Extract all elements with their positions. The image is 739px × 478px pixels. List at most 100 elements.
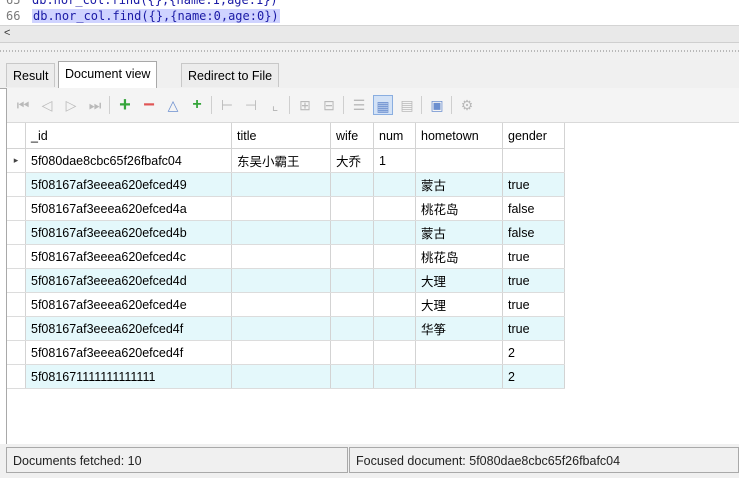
prev-page-icon[interactable]: ◁ (37, 95, 57, 115)
cell-num[interactable] (373, 172, 416, 197)
cell-wife[interactable] (330, 340, 374, 365)
cell-id[interactable]: 5f08167af3eeea620efced4f (25, 316, 232, 341)
cell-gender[interactable]: 2 (502, 364, 565, 389)
cell-title[interactable] (231, 196, 331, 221)
export-icon[interactable]: ▣ (427, 95, 447, 115)
cell-gender[interactable]: true (502, 172, 565, 197)
move-up-icon[interactable]: ⌞ (265, 95, 285, 115)
row-indicator[interactable] (7, 364, 26, 389)
table-row[interactable]: 5f08167af3eeea620efced4a 桃花岛 false (7, 196, 565, 221)
column-header-hometown[interactable]: hometown (415, 123, 503, 149)
cell-hometown[interactable]: 桃花岛 (415, 196, 503, 221)
cell-num[interactable] (373, 196, 416, 221)
add-document-icon[interactable]: + (115, 95, 135, 115)
cell-wife[interactable] (330, 172, 374, 197)
table-row[interactable]: 5f08167af3eeea620efced4f 华筝 true (7, 316, 565, 341)
cell-num[interactable] (373, 292, 416, 317)
next-page-icon[interactable]: ▷ (61, 95, 81, 115)
cell-num[interactable]: 1 (373, 148, 416, 173)
row-indicator[interactable] (7, 220, 26, 245)
cell-hometown[interactable] (415, 364, 503, 389)
cell-id[interactable]: 5f08167af3eeea620efced4f (25, 340, 232, 365)
cell-num[interactable] (373, 220, 416, 245)
cell-gender[interactable]: 2 (502, 340, 565, 365)
cell-num[interactable] (373, 340, 416, 365)
cell-id[interactable]: 5f08167af3eeea620efced49 (25, 172, 232, 197)
table-row[interactable]: 5f08167af3eeea620efced49 蒙古 true (7, 172, 565, 197)
cell-id[interactable]: 5f081671111111111111 (25, 364, 232, 389)
cell-gender[interactable]: false (502, 196, 565, 221)
cell-title[interactable]: 东吴小霸王 (231, 148, 331, 173)
cell-wife[interactable] (330, 364, 374, 389)
row-indicator[interactable] (7, 268, 26, 293)
tab-redirect-to-file[interactable]: Redirect to File (181, 63, 280, 87)
table-row[interactable]: 5f08167af3eeea620efced4b 蒙古 false (7, 220, 565, 245)
cell-title[interactable] (231, 220, 331, 245)
cell-title[interactable] (231, 268, 331, 293)
scroll-left-icon[interactable]: < (4, 27, 10, 39)
collapse-icon[interactable]: △ (163, 95, 183, 115)
cell-hometown[interactable]: 大理 (415, 268, 503, 293)
horizontal-scrollbar[interactable]: < (0, 25, 739, 42)
row-indicator[interactable] (7, 244, 26, 269)
column-header-num[interactable]: num (373, 123, 416, 149)
cell-num[interactable] (373, 364, 416, 389)
cell-id[interactable]: 5f080dae8cbc65f26fbafc04 (25, 148, 232, 173)
cell-hometown[interactable] (415, 340, 503, 365)
current-row-indicator-icon[interactable]: ▸ (7, 148, 26, 173)
cell-num[interactable] (373, 316, 416, 341)
query-editor[interactable]: 65 db.nor_col.find({},{name:1,age:1}) 66… (0, 0, 739, 42)
cell-gender[interactable]: false (502, 220, 565, 245)
cell-gender[interactable]: true (502, 316, 565, 341)
settings-icon[interactable]: ⚙ (457, 95, 477, 115)
cell-gender[interactable]: true (502, 292, 565, 317)
cell-title[interactable] (231, 172, 331, 197)
editor-line[interactable]: 65 db.nor_col.find({},{name:1,age:1}) (0, 0, 739, 8)
column-header-title[interactable]: title (231, 123, 331, 149)
table-row[interactable]: 5f08167af3eeea620efced4e 大理 true (7, 292, 565, 317)
row-indicator[interactable] (7, 196, 26, 221)
cell-wife[interactable] (330, 316, 374, 341)
table-row[interactable]: 5f08167af3eeea620efced4c 桃花岛 true (7, 244, 565, 269)
grid-icon-2[interactable]: ⊟ (319, 95, 339, 115)
cell-id[interactable]: 5f08167af3eeea620efced4d (25, 268, 232, 293)
cell-gender[interactable]: true (502, 244, 565, 269)
cell-id[interactable]: 5f08167af3eeea620efced4e (25, 292, 232, 317)
column-header-gender[interactable]: gender (502, 123, 565, 149)
cell-gender[interactable]: true (502, 268, 565, 293)
cell-num[interactable] (373, 268, 416, 293)
cell-id[interactable]: 5f08167af3eeea620efced4c (25, 244, 232, 269)
table-row[interactable]: ▸ 5f080dae8cbc65f26fbafc04 东吴小霸王 大乔 1 (7, 148, 565, 173)
form-view-icon[interactable]: ▤ (397, 95, 417, 115)
documents-grid[interactable]: _id title wife num hometown gender ▸ 5f08… (7, 123, 739, 420)
cell-hometown[interactable]: 桃花岛 (415, 244, 503, 269)
cell-hometown[interactable] (415, 148, 503, 173)
splitter[interactable] (0, 42, 739, 62)
code-text-selected[interactable]: db.nor_col.find({},{name:0,age:0}) (32, 8, 280, 24)
row-indicator[interactable] (7, 172, 26, 197)
row-indicator[interactable] (7, 292, 26, 317)
selected-code[interactable]: db.nor_col.find({},{name:0,age:0}) (32, 9, 280, 23)
grid-icon-1[interactable]: ⊞ (295, 95, 315, 115)
last-page-icon[interactable]: ⏭ (85, 95, 105, 115)
table-view-icon[interactable]: ▦ (373, 95, 393, 115)
remove-document-icon[interactable]: − (139, 95, 159, 115)
cell-title[interactable] (231, 292, 331, 317)
cell-hometown[interactable]: 蒙古 (415, 220, 503, 245)
cell-num[interactable] (373, 244, 416, 269)
editor-line-selected[interactable]: 66 db.nor_col.find({},{name:0,age:0}) (0, 8, 739, 24)
cell-hometown[interactable]: 大理 (415, 292, 503, 317)
cell-title[interactable] (231, 316, 331, 341)
remove-row-icon[interactable]: ⊣ (241, 95, 261, 115)
insert-row-icon[interactable]: ⊢ (217, 95, 237, 115)
cell-wife[interactable] (330, 220, 374, 245)
row-indicator[interactable] (7, 316, 26, 341)
column-header-id[interactable]: _id (25, 123, 232, 149)
cell-wife[interactable] (330, 196, 374, 221)
cell-title[interactable] (231, 244, 331, 269)
table-row[interactable]: 5f081671111111111111 2 (7, 364, 565, 389)
tab-result[interactable]: Result (6, 63, 56, 87)
tab-document-view[interactable]: Document view (58, 61, 158, 89)
cell-id[interactable]: 5f08167af3eeea620efced4b (25, 220, 232, 245)
cell-title[interactable] (231, 340, 331, 365)
